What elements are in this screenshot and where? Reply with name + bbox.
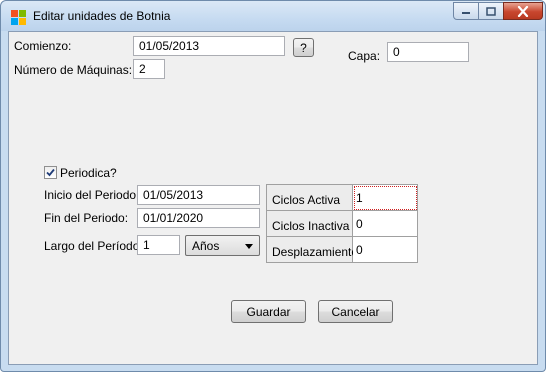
window-title: Editar unidades de Botnia <box>33 9 171 23</box>
ciclos-grid: Ciclos Activa 1 Ciclos Inactiva 0 Despla… <box>266 184 418 263</box>
inicio-field[interactable]: 01/05/2013 <box>137 185 260 205</box>
dialog-body: Comienzo: 01/05/2013 ? Capa: 0 Número de… <box>8 31 538 365</box>
app-windows-icon <box>11 10 27 26</box>
maquinas-field[interactable]: 2 <box>133 59 165 79</box>
title-bar[interactable]: Editar unidades de Botnia <box>1 1 545 31</box>
guardar-button[interactable]: Guardar <box>231 300 306 323</box>
help-button[interactable]: ? <box>293 38 314 57</box>
grid-cell[interactable]: 0 <box>353 211 418 237</box>
unidad-selected: Años <box>192 239 220 253</box>
grid-row: Ciclos Inactiva 0 <box>267 211 418 237</box>
grid-cell[interactable]: 0 <box>353 237 418 263</box>
capa-field[interactable]: 0 <box>387 42 469 62</box>
row-header: Ciclos Activa <box>267 185 353 211</box>
inicio-label: Inicio del Periodo: <box>44 188 140 202</box>
close-icon <box>517 5 529 17</box>
comienzo-label: Comienzo: <box>14 39 72 53</box>
minimize-button[interactable] <box>453 2 479 20</box>
grid-cell[interactable]: 1 <box>353 185 418 211</box>
periodica-checkbox[interactable] <box>44 166 57 179</box>
periodica-label[interactable]: Periodica? <box>60 166 117 180</box>
minimize-icon <box>462 12 470 14</box>
dialog-window: Editar unidades de Botnia Comienzo: 01/0… <box>0 0 546 372</box>
close-button[interactable] <box>503 2 543 20</box>
largo-label: Largo del Período: <box>44 239 143 253</box>
largo-field[interactable]: 1 <box>137 235 180 255</box>
fin-label: Fin del Periodo: <box>44 211 129 225</box>
maximize-icon <box>486 6 496 16</box>
maximize-button[interactable] <box>478 2 504 20</box>
cancelar-button[interactable]: Cancelar <box>318 300 393 323</box>
comienzo-field[interactable]: 01/05/2013 <box>133 36 285 56</box>
fin-field[interactable]: 01/01/2020 <box>137 208 260 228</box>
capa-label: Capa: <box>348 49 381 63</box>
checkmark-icon <box>46 168 55 177</box>
grid-row: Ciclos Activa 1 <box>267 185 418 211</box>
row-header: Ciclos Inactiva <box>267 211 353 237</box>
row-header: Desplazamiento <box>267 237 358 263</box>
chevron-down-icon <box>245 244 253 249</box>
maquinas-label: Número de Máquinas: <box>14 63 133 77</box>
unidad-dropdown[interactable]: Años <box>185 235 260 256</box>
grid-row: Desplazamiento 0 <box>267 237 418 263</box>
